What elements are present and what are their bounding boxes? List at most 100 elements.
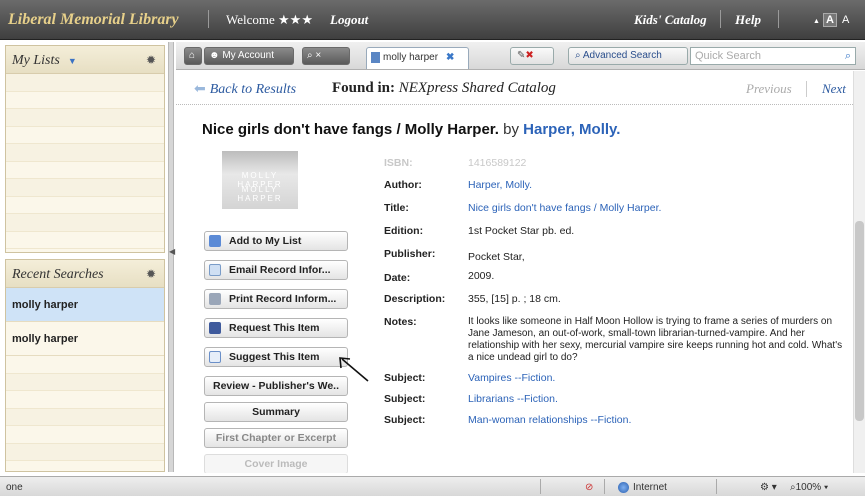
search-go-icon[interactable]: ⌕ — [845, 50, 851, 63]
security-zone: Internet — [618, 482, 667, 493]
globe-icon — [618, 482, 629, 493]
previous-link: Previous — [746, 81, 792, 96]
logout-link[interactable]: Logout — [330, 12, 368, 28]
tab-bar: ⌂ ☻ My Account ⌕ × molly harper ✖ ✎✖ ⌕ Ad… — [176, 42, 865, 70]
browser-status-bar: one ⊘ Internet ⚙ ▾ ⌕100% ▾ — [0, 476, 865, 496]
protected-mode-icon[interactable]: ⚙ ▾ — [760, 482, 777, 493]
publisher-label: Publisher: — [384, 248, 436, 260]
advanced-search-button[interactable]: ⌕ Advanced Search — [568, 47, 688, 65]
library-name[interactable]: Liberal Memorial Library — [8, 11, 179, 29]
subject-link[interactable]: Man-woman relationships --Fiction. — [468, 414, 848, 426]
quick-search-input[interactable]: Quick Search ⌕ — [690, 47, 856, 65]
search-icon: ⌕ — [307, 50, 313, 61]
add-to-list-button[interactable]: Add to My List — [204, 231, 348, 251]
title-label: Title: — [384, 202, 409, 214]
request-item-button[interactable]: Request This Item — [204, 318, 348, 338]
recent-searches-title: Recent Searches — [12, 267, 104, 282]
privacy-icon[interactable]: ⊘ — [585, 482, 593, 493]
divider — [778, 10, 779, 28]
found-in: Found in: NEXpress Shared Catalog — [332, 80, 556, 96]
result-nav: ⬅ Back to Results Found in: NEXpress Shar… — [176, 71, 855, 105]
notes-value: It looks like someone in Half Moon Hollo… — [468, 316, 843, 363]
close-icon[interactable]: ✖ — [446, 52, 454, 63]
close-icon[interactable]: × — [315, 50, 321, 61]
pointer-arrow-icon — [339, 357, 369, 382]
request-icon — [209, 322, 221, 335]
record-title: Nice girls don't have fangs / Molly Harp… — [202, 121, 621, 138]
isbn-label: ISBN: — [384, 157, 413, 169]
suggest-item-button[interactable]: Suggest This Item — [204, 347, 348, 367]
divider — [716, 479, 717, 494]
isbn-value: 1416589122 — [468, 157, 527, 169]
home-icon[interactable]: ⌂ — [184, 47, 202, 65]
my-account-tab[interactable]: ☻ My Account — [204, 47, 294, 65]
notes-label: Notes: — [384, 316, 417, 328]
description-label: Description: — [384, 293, 446, 305]
add-list-icon — [209, 235, 221, 248]
author-link[interactable]: Harper, Molly. — [523, 121, 620, 138]
back-to-results-link[interactable]: ⬅ Back to Results — [194, 81, 296, 98]
help-link[interactable]: Help — [735, 12, 761, 28]
font-size-controls: ▲ A A — [813, 13, 851, 27]
recent-searches-header: Recent Searches ✹ — [6, 260, 164, 288]
font-small-button[interactable]: A — [840, 14, 851, 26]
kids-catalog-link[interactable]: Kids' Catalog — [634, 12, 707, 28]
date-label: Date: — [384, 272, 411, 284]
publisher-value: Pocket Star, — [468, 251, 525, 263]
scrollbar-thumb[interactable] — [855, 221, 864, 421]
zoom-control[interactable]: ⌕100% ▾ — [790, 482, 828, 493]
description-value: 355, [15] p. ; 18 cm. — [468, 293, 561, 305]
eraser-icon: ✎ — [517, 50, 526, 61]
next-link[interactable]: Next — [822, 81, 846, 97]
user-icon: ☻ — [209, 50, 220, 61]
review-button[interactable]: Review - Publisher's We.. — [204, 376, 348, 396]
cover-image-button[interactable]: Cover Image — [204, 454, 348, 473]
title-value-link[interactable]: Nice girls don't have fangs / Molly Harp… — [468, 202, 848, 214]
search-icon: ⌕ — [575, 50, 581, 61]
author-value-link[interactable]: Harper, Molly. — [468, 179, 848, 191]
recent-search-item[interactable]: molly harper — [6, 288, 164, 322]
vertical-scrollbar[interactable] — [853, 71, 865, 473]
subject-link[interactable]: Vampires --Fiction. — [468, 372, 848, 384]
font-large-button[interactable]: A — [823, 13, 837, 27]
top-bar: Liberal Memorial Library Welcome ★★★ Log… — [0, 0, 865, 40]
font-decrease-icon[interactable]: ▲ — [813, 18, 820, 25]
first-chapter-button[interactable]: First Chapter or Excerpt — [204, 428, 348, 448]
author-label: Author: — [384, 179, 422, 191]
summary-button[interactable]: Summary — [204, 402, 348, 422]
divider — [604, 479, 605, 494]
recent-searches-panel: Recent Searches ✹ molly harper molly har… — [5, 259, 165, 472]
gear-icon[interactable]: ✹ — [146, 267, 156, 281]
my-lists-panel: My Lists ▼ ✹ — [5, 45, 165, 253]
divider — [208, 10, 209, 28]
subject-link[interactable]: Librarians --Fiction. — [468, 393, 848, 405]
divider — [540, 479, 541, 494]
book-cover-image[interactable]: MOLLY HARPER MOLLY HARPER — [222, 151, 298, 209]
divider — [720, 10, 721, 28]
email-icon — [209, 264, 221, 277]
email-record-button[interactable]: Email Record Infor... — [204, 260, 348, 280]
left-sidebar: My Lists ▼ ✹ Recent Searches ✹ molly harp… — [5, 45, 165, 473]
subject-label: Subject: — [384, 372, 426, 384]
my-lists-title[interactable]: My Lists ▼ — [12, 53, 77, 69]
tab-molly-harper[interactable]: molly harper ✖ — [366, 47, 469, 69]
status-text: one — [6, 482, 23, 493]
my-lists-body — [6, 74, 164, 249]
my-lists-header: My Lists ▼ ✹ — [6, 46, 164, 74]
edition-label: Edition: — [384, 225, 424, 237]
record-detail: ⬅ Back to Results Found in: NEXpress Shar… — [176, 71, 855, 473]
recent-search-item[interactable]: molly harper — [6, 322, 164, 356]
print-record-button[interactable]: Print Record Inform... — [204, 289, 348, 309]
back-arrow-icon: ⬅ — [194, 82, 206, 97]
date-value: 2009. — [468, 270, 495, 282]
clear-tabs-button[interactable]: ✎✖ — [510, 47, 554, 65]
collapse-arrow-icon[interactable]: ◀ — [169, 247, 175, 256]
search-tab[interactable]: ⌕ × — [302, 47, 350, 65]
dropdown-caret-icon[interactable]: ▼ — [68, 56, 77, 66]
divider — [806, 81, 807, 97]
speech-bubble-icon — [209, 351, 221, 364]
welcome-text: Welcome ★★★ — [226, 12, 313, 27]
subject-label: Subject: — [384, 414, 426, 426]
gear-icon[interactable]: ✹ — [146, 53, 156, 67]
pane-splitter[interactable]: ◀ — [168, 42, 175, 472]
